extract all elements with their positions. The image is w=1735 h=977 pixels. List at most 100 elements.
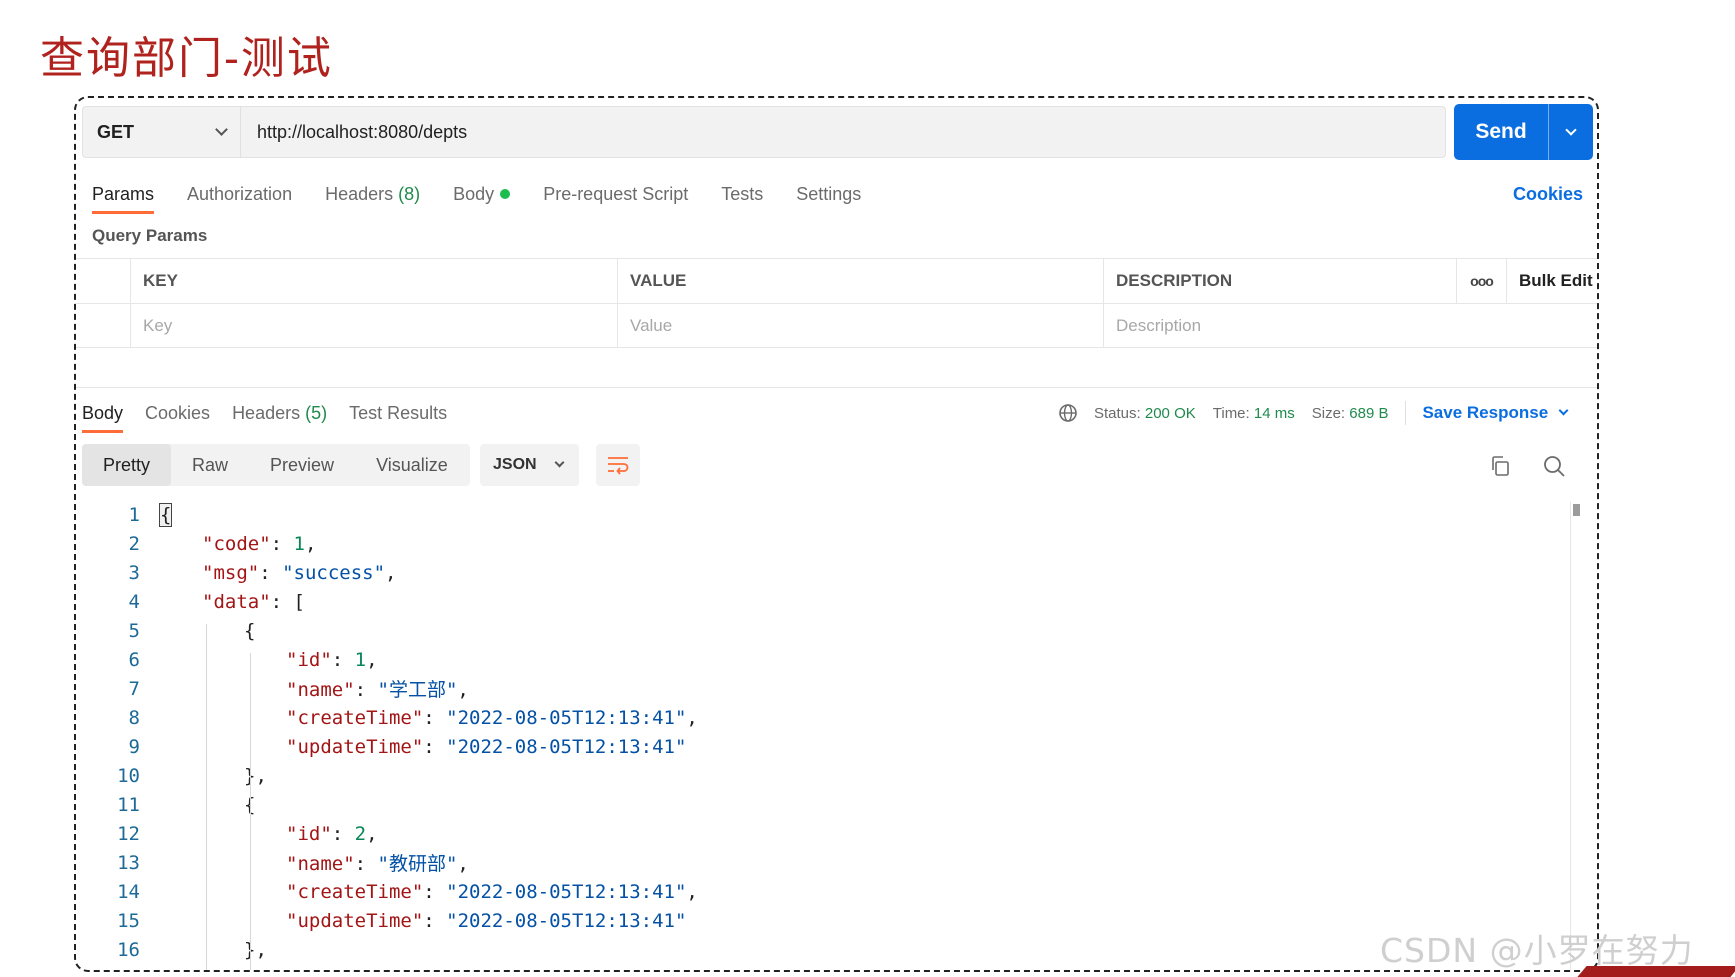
value-input[interactable]: Value [618,304,1104,347]
line-number: 4 [128,590,140,613]
code-text: "createTime": "2022-08-05T12:13:41", [160,707,698,729]
tab-label: Authorization [187,184,293,204]
method-select[interactable]: GET [83,107,241,157]
size-text: Size: 689 B [1312,405,1389,422]
code-token: : [331,822,355,845]
tab-headers[interactable]: Headers (8) [325,178,420,218]
send-button-group: Send [1454,104,1593,160]
code-line: 11 { [76,790,1566,819]
line-number: 13 [117,851,140,874]
code-token: : [331,648,355,671]
code-token: : [354,853,378,875]
copy-icon[interactable] [1488,454,1512,478]
chevron-down-icon [215,123,228,136]
bulk-edit-button[interactable]: Bulk Edit [1507,259,1597,303]
view-pretty-button[interactable]: Pretty [82,444,172,486]
tab-label: Body [453,184,495,204]
code-token: , [686,880,698,903]
view-preview-button[interactable]: Preview [249,444,355,486]
code-token: "data" [202,590,271,613]
request-tabs: Params Authorization Headers (8) Body Pre-re… [92,178,894,218]
code-text: "id": 2, [160,823,378,845]
key-input[interactable]: Key [131,304,618,347]
send-button[interactable]: Send [1454,104,1548,160]
code-token: : [423,909,447,932]
tab-body[interactable]: Body [453,178,511,218]
more-options-button[interactable]: ooo [1457,259,1507,303]
tab-settings[interactable]: Settings [796,178,861,218]
request-bar: GET http://localhost:8080/depts [82,106,1446,158]
code-token: : [423,880,447,903]
code-token: "2022-08-05T12:13:41" [446,909,687,932]
search-icon[interactable] [1542,454,1566,478]
code-token: , [457,853,469,875]
code-line: 4 "data": [ [76,587,1566,616]
editor-scrollbar[interactable] [1570,502,1580,970]
code-token: , [366,648,378,671]
tab-label: Headers [232,403,301,423]
code-line: 3 "msg": "success", [76,558,1566,587]
line-number: 9 [128,735,140,758]
format-label: JSON [493,456,537,473]
row-checkbox[interactable] [76,304,131,347]
code-token: : [423,735,447,758]
code-token: , [304,532,317,555]
save-response-label: Save Response [1422,403,1549,422]
status-dot-icon [500,189,511,199]
tab-label: Body [82,403,124,423]
code-token: , [457,679,469,701]
code-text: "msg": "success", [160,562,397,584]
tab-label: Test Results [349,403,448,423]
code-line: 8 "createTime": "2022-08-05T12:13:41", [76,703,1566,732]
code-token: , [686,706,698,729]
code-token: "2022-08-05T12:13:41" [446,880,687,903]
code-token: "name" [286,679,355,701]
code-token: "学工部" [377,679,458,701]
code-line: 14 "createTime": "2022-08-05T12:13:41", [76,877,1566,906]
tab-authorization[interactable]: Authorization [187,178,292,218]
view-visualize-button[interactable]: Visualize [355,444,469,486]
tab-params[interactable]: Params [92,178,155,218]
response-tab-cookies[interactable]: Cookies [145,398,210,436]
response-tab-test-results[interactable]: Test Results [349,398,447,436]
tab-count: (5) [305,403,328,423]
code-token: 1 [354,648,367,671]
globe-icon[interactable] [1058,403,1078,423]
code-line: 2 "code": 1, [76,529,1566,558]
status-label: Status: [1094,404,1141,422]
code-token: "updateTime" [286,735,424,758]
code-text: { [160,794,255,816]
send-options-button[interactable] [1548,104,1593,160]
save-response-button[interactable]: Save Response [1422,403,1569,423]
format-select[interactable]: JSON [480,444,579,486]
wrap-lines-button[interactable] [596,444,640,486]
response-body-editor[interactable]: 1{2 "code": 1, 3 "msg": "success", 4 "data": … [76,500,1566,964]
response-tab-body[interactable]: Body [82,398,124,436]
tab-label: Tests [721,184,764,204]
code-token: "id" [286,822,332,845]
scroll-thumb[interactable] [1573,504,1580,516]
url-input[interactable]: http://localhost:8080/depts [241,122,467,143]
query-params-table: KEY VALUE DESCRIPTION ooo Bulk Edit Key … [76,258,1597,348]
line-number: 12 [117,822,140,845]
section-divider [76,387,1597,388]
code-token: "name" [286,853,355,875]
tab-pre-request-script[interactable]: Pre-request Script [543,178,688,218]
line-number: 14 [117,880,140,903]
code-token: { [158,502,173,527]
view-raw-button[interactable]: Raw [171,444,249,486]
line-number: 8 [128,706,140,729]
more-icon: ooo [1470,273,1494,289]
code-token: , [366,822,378,845]
code-line: 1{ [76,500,1566,529]
description-input[interactable]: Description [1104,304,1457,347]
tab-label: Headers [325,184,394,204]
tab-tests[interactable]: Tests [721,178,763,218]
chevron-down-icon [1558,405,1569,416]
cookies-link[interactable]: Cookies [1513,178,1583,210]
line-number: 6 [128,648,140,671]
line-number: 5 [128,619,140,642]
code-token: : [ [270,590,305,613]
response-tab-headers[interactable]: Headers (5) [232,398,327,436]
code-text: "data": [ [160,591,305,613]
